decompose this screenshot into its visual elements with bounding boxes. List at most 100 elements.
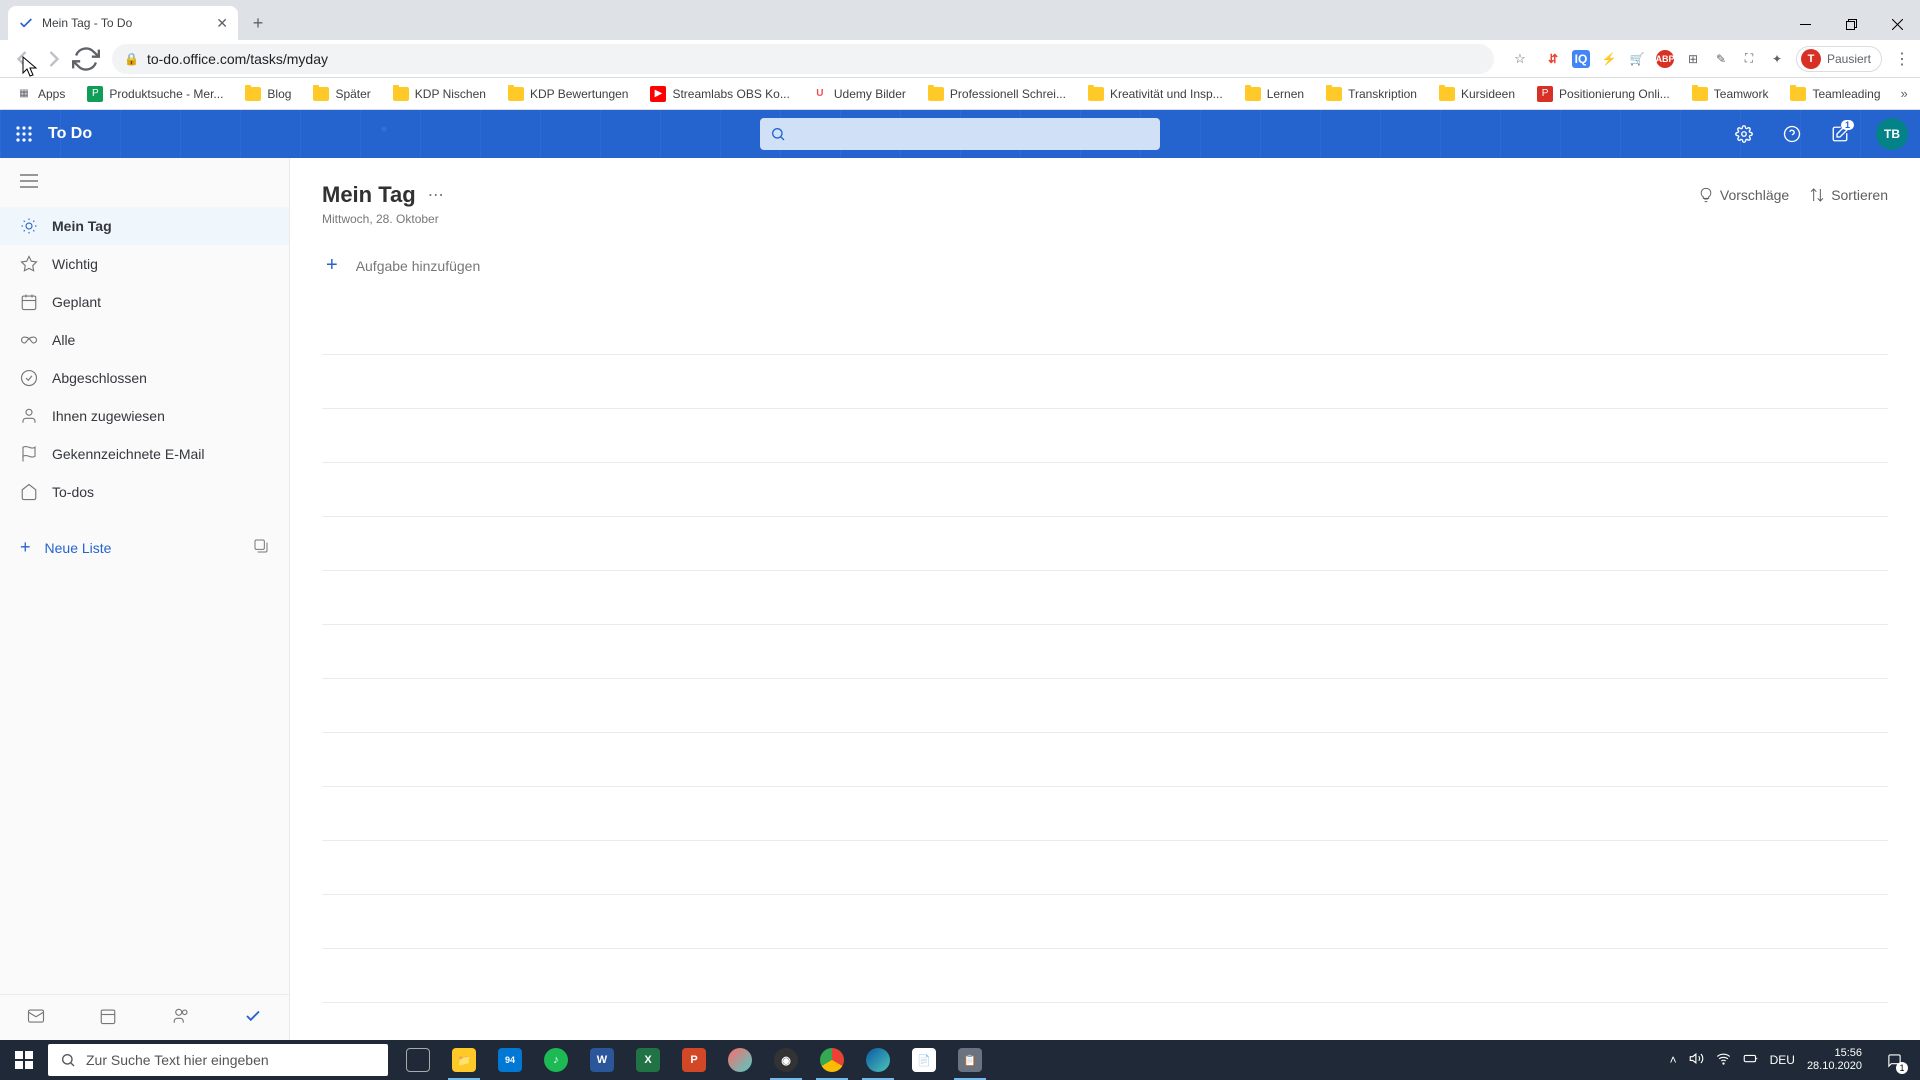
extension-icon[interactable]: ⛶ <box>1740 50 1758 68</box>
minimize-button[interactable] <box>1782 8 1828 40</box>
close-tab-icon[interactable]: ✕ <box>216 15 228 32</box>
bookmark-item[interactable]: Transkription <box>1318 83 1425 105</box>
new-group-icon[interactable] <box>253 538 269 557</box>
task-row <box>322 949 1888 1003</box>
address-bar[interactable]: 🔒 <box>112 44 1494 74</box>
taskbar-app[interactable] <box>718 1040 762 1080</box>
bookmark-item[interactable]: Lernen <box>1237 83 1312 105</box>
todo-favicon-icon <box>18 15 34 31</box>
app-search[interactable] <box>760 118 1160 150</box>
bookmark-item[interactable]: PPositionierung Onli... <box>1529 82 1678 106</box>
sidebar: Mein Tag Wichtig Geplant Alle Abgeschlos… <box>0 158 290 1040</box>
taskbar-powerpoint[interactable]: P <box>672 1040 716 1080</box>
task-row <box>322 679 1888 733</box>
language-indicator[interactable]: DEU <box>1770 1053 1795 1067</box>
extensions-menu-icon[interactable]: ✦ <box>1768 50 1786 68</box>
mail-icon[interactable] <box>27 1007 45 1028</box>
sidebar-item-myday[interactable]: Mein Tag <box>0 207 289 245</box>
profile-chip[interactable]: T Pausiert <box>1796 46 1882 72</box>
bookmark-item[interactable]: Teamleading <box>1782 83 1888 105</box>
bookmark-item[interactable]: Blog <box>237 83 299 105</box>
bookmark-apps[interactable]: ▦Apps <box>8 82 73 106</box>
sidebar-item-completed[interactable]: Abgeschlossen <box>0 359 289 397</box>
taskbar-app[interactable]: 📋 <box>948 1040 992 1080</box>
taskbar-notepad[interactable]: 📄 <box>902 1040 946 1080</box>
tab-title: Mein Tag - To Do <box>42 16 132 30</box>
extension-icon[interactable]: ⇵ <box>1544 50 1562 68</box>
task-view-button[interactable] <box>396 1040 440 1080</box>
app-launcher-button[interactable] <box>0 110 48 158</box>
taskbar-spotify[interactable]: ♪ <box>534 1040 578 1080</box>
bookmarks-overflow-icon[interactable]: » <box>1895 86 1914 101</box>
close-window-button[interactable] <box>1874 8 1920 40</box>
wifi-icon[interactable] <box>1716 1051 1731 1069</box>
apps-icon: ▦ <box>16 86 32 102</box>
taskbar-clock[interactable]: 15:56 28.10.2020 <box>1807 1047 1862 1073</box>
help-button[interactable] <box>1768 110 1816 158</box>
notifications-button[interactable]: 1 <box>1816 110 1864 158</box>
forward-button[interactable] <box>40 45 68 73</box>
suggestions-button[interactable]: Vorschläge <box>1698 187 1789 203</box>
todo-footer-icon[interactable] <box>244 1007 262 1028</box>
more-options-button[interactable]: ⋯ <box>428 185 446 205</box>
browser-tab[interactable]: Mein Tag - To Do ✕ <box>8 6 238 40</box>
bookmark-item[interactable]: Teamwork <box>1684 83 1777 105</box>
bookmark-item[interactable]: KDP Bewertungen <box>500 83 637 105</box>
back-button[interactable] <box>8 45 36 73</box>
star-bookmark-icon[interactable]: ☆ <box>1506 45 1534 73</box>
task-row <box>322 1003 1888 1040</box>
bookmark-item[interactable]: Später <box>305 83 378 105</box>
bookmark-item[interactable]: UUdemy Bilder <box>804 82 914 106</box>
new-tab-button[interactable]: + <box>244 9 272 37</box>
taskbar-search[interactable]: Zur Suche Text hier eingeben <box>48 1044 388 1076</box>
sidebar-item-all[interactable]: Alle <box>0 321 289 359</box>
check-circle-icon <box>20 369 38 387</box>
taskbar-mail[interactable]: 94 <box>488 1040 532 1080</box>
sort-button[interactable]: Sortieren <box>1809 187 1888 203</box>
suggestions-label: Vorschläge <box>1720 187 1789 203</box>
bookmark-item[interactable]: ▶Streamlabs OBS Ko... <box>642 82 797 106</box>
battery-icon[interactable] <box>1743 1051 1758 1069</box>
extension-icon[interactable]: 🛒 <box>1628 50 1646 68</box>
flag-icon <box>20 445 38 463</box>
extension-icon[interactable]: IQ <box>1572 50 1590 68</box>
bookmark-item[interactable]: KDP Nischen <box>385 83 494 105</box>
sidebar-item-todos[interactable]: To-dos <box>0 473 289 511</box>
url-input[interactable] <box>147 51 1482 67</box>
taskbar-word[interactable]: W <box>580 1040 624 1080</box>
calendar-footer-icon[interactable] <box>99 1007 117 1028</box>
bookmark-item[interactable]: Kursideen <box>1431 83 1523 105</box>
reload-button[interactable] <box>72 45 100 73</box>
taskbar-obs[interactable]: ◉ <box>764 1040 808 1080</box>
add-task-input[interactable]: + Aufgabe hinzufügen <box>322 240 1888 291</box>
start-button[interactable] <box>0 1040 48 1080</box>
extension-icon[interactable]: ✎ <box>1712 50 1730 68</box>
sidebar-item-important[interactable]: Wichtig <box>0 245 289 283</box>
new-list-button[interactable]: + Neue Liste <box>0 527 289 568</box>
settings-button[interactable] <box>1720 110 1768 158</box>
chrome-menu-button[interactable]: ⋮ <box>1892 49 1912 69</box>
page-title: Mein Tag <box>322 182 416 208</box>
volume-icon[interactable] <box>1689 1051 1704 1069</box>
taskbar-excel[interactable]: X <box>626 1040 670 1080</box>
people-icon[interactable] <box>172 1007 190 1028</box>
abp-extension-icon[interactable]: ABP <box>1656 50 1674 68</box>
infinity-icon <box>20 331 38 349</box>
search-input[interactable] <box>794 126 1150 142</box>
profile-button[interactable]: TB <box>1876 118 1908 150</box>
sidebar-item-planned[interactable]: Geplant <box>0 283 289 321</box>
sidebar-item-assigned[interactable]: Ihnen zugewiesen <box>0 397 289 435</box>
bookmark-item[interactable]: Professionell Schrei... <box>920 83 1074 105</box>
taskbar-explorer[interactable]: 📁 <box>442 1040 486 1080</box>
bookmark-item[interactable]: PProduktsuche - Mer... <box>79 82 231 106</box>
sidebar-item-flagged[interactable]: Gekennzeichnete E-Mail <box>0 435 289 473</box>
sidebar-toggle-button[interactable] <box>0 158 289 199</box>
bookmark-item[interactable]: Kreativität und Insp... <box>1080 83 1231 105</box>
extension-icon[interactable]: ⊞ <box>1684 50 1702 68</box>
tray-chevron-icon[interactable]: ˄ <box>1670 1053 1677 1067</box>
taskbar-chrome[interactable] <box>810 1040 854 1080</box>
extension-icon[interactable]: ⚡ <box>1600 50 1618 68</box>
maximize-button[interactable] <box>1828 8 1874 40</box>
taskbar-edge[interactable] <box>856 1040 900 1080</box>
action-center-button[interactable]: 1 <box>1874 1040 1914 1080</box>
